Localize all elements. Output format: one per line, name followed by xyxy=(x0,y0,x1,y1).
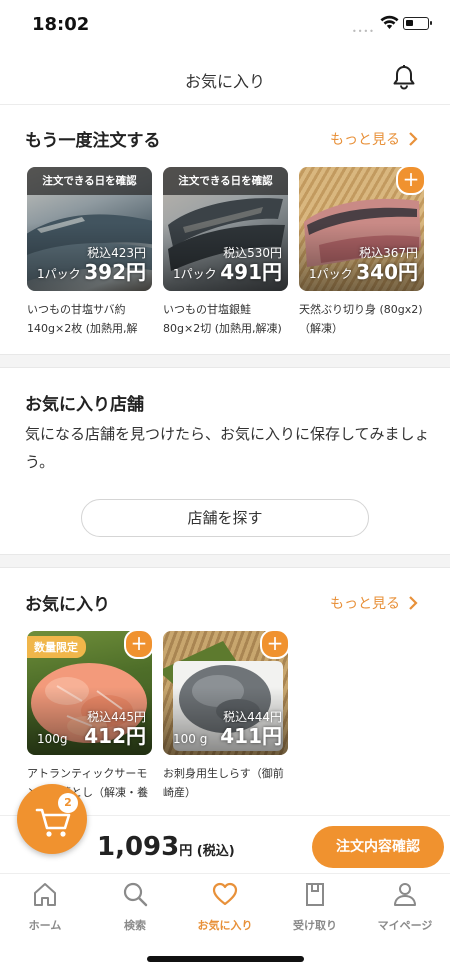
wifi-icon xyxy=(380,15,399,29)
tab-label: お気に入り xyxy=(197,919,253,932)
cart-total: 1,093円 (税込) xyxy=(97,832,235,862)
add-to-cart-button[interactable]: + xyxy=(396,165,426,195)
sale-price: 412円 xyxy=(84,724,146,748)
chevron-right-icon[interactable] xyxy=(408,595,418,611)
product-image-salmon: 注文できる日を確認 税込530円 1パック 491円 xyxy=(163,167,288,291)
tab-label: マイページ xyxy=(377,919,433,932)
limited-quantity-badge: 数量限定 xyxy=(27,636,86,658)
sale-price: 411円 xyxy=(220,724,282,748)
add-to-cart-button[interactable]: + xyxy=(260,629,290,659)
home-icon xyxy=(34,883,56,906)
cart-total-amount: 1,093 xyxy=(97,832,180,862)
heart-icon xyxy=(212,882,238,906)
product-name[interactable]: お刺身用生しらす（御前崎産） xyxy=(163,764,288,802)
product-name[interactable]: いつもの甘塩銀鮭 80g×2切 (加熱用,解凍) xyxy=(163,300,288,338)
pickup-icon xyxy=(306,883,324,906)
battery-icon xyxy=(403,17,432,30)
product-card[interactable]: 注文できる日を確認 税込423円 1パック 392円 いつもの甘塩サバ約140g… xyxy=(27,167,152,338)
tab-mypage[interactable]: マイページ xyxy=(360,880,450,933)
order-date-badge[interactable]: 注文できる日を確認 xyxy=(27,167,152,195)
product-card[interactable]: 税込444円 100 g 411円 + お刺身用生しらす（御前崎産） xyxy=(163,629,290,802)
sale-price: 491円 xyxy=(220,260,282,284)
add-to-cart-button[interactable]: + xyxy=(124,629,154,659)
product-image-mackerel: 注文できる日を確認 税込423円 1パック 392円 xyxy=(27,167,152,291)
section-divider xyxy=(0,554,450,568)
find-shops-button[interactable]: 店舗を探す xyxy=(81,499,369,537)
reorder-section: もう一度注文する もっと見る 注文できる日を確認 税込423円 1パック 392… xyxy=(0,104,450,354)
home-indicator xyxy=(147,956,304,962)
tab-label: ホーム xyxy=(28,919,62,932)
fav-shops-title: お気に入り店舗 xyxy=(25,395,144,415)
cart-total-unit: 円 (税込) xyxy=(179,844,235,859)
sale-price: 392円 xyxy=(84,260,146,284)
product-card[interactable]: 注文できる日を確認 税込530円 1パック 491円 いつもの甘塩銀鮭 80g×… xyxy=(163,167,288,338)
favorites-section: お気に入り もっと見る 数量限定 税込445円 100g 412円 + アトラン… xyxy=(0,568,450,815)
fav-shops-message: 気になる店舗を見つけたら、お気に入りに保存してみましょう。 xyxy=(25,425,430,471)
tab-home[interactable]: ホーム xyxy=(0,880,90,933)
cart-icon xyxy=(35,808,71,837)
tab-label: 受け取り xyxy=(293,919,337,932)
status-bar: 18:02 •••• xyxy=(0,0,450,50)
section-divider xyxy=(0,354,450,368)
order-date-badge[interactable]: 注文できる日を確認 xyxy=(163,167,288,195)
chevron-right-icon[interactable] xyxy=(408,131,418,147)
cart-button[interactable] xyxy=(17,784,87,854)
pack-unit: 100 g xyxy=(173,732,208,746)
reorder-title: もう一度注文する xyxy=(25,131,161,151)
pack-unit: 1パック xyxy=(309,267,353,281)
tab-label: 検索 xyxy=(124,919,146,932)
tab-favorites[interactable]: お気に入り xyxy=(180,880,270,933)
pack-unit: 100g xyxy=(37,732,68,746)
pack-unit: 1パック xyxy=(37,267,81,281)
pack-unit: 1パック xyxy=(173,267,217,281)
person-icon xyxy=(394,883,416,906)
cart-count-badge: 2 xyxy=(58,793,78,813)
favorites-more-link[interactable]: もっと見る xyxy=(330,593,400,613)
search-icon xyxy=(123,882,148,907)
product-name[interactable]: 天然ぶり切り身 (80gx2)（解凍） xyxy=(299,300,424,338)
page-title: お気に入り xyxy=(184,72,265,91)
product-card[interactable]: 数量限定 税込445円 100g 412円 + アトランティックサーモン切り落と… xyxy=(27,629,154,802)
favorites-title: お気に入り xyxy=(25,595,110,615)
confirm-order-button[interactable]: 注文内容確認 xyxy=(312,826,444,868)
sale-price: 340円 xyxy=(356,260,418,284)
tab-search[interactable]: 検索 xyxy=(90,880,180,933)
tab-pickup[interactable]: 受け取り xyxy=(270,880,360,933)
nav-header: お気に入り xyxy=(0,50,450,105)
status-time: 18:02 xyxy=(32,14,90,35)
product-card[interactable]: 税込367円 1パック 340円 + 天然ぶり切り身 (80gx2)（解凍） xyxy=(299,165,426,338)
reorder-more-link[interactable]: もっと見る xyxy=(330,129,400,149)
signal-indicator: •••• xyxy=(352,27,375,36)
bell-icon[interactable] xyxy=(392,64,416,90)
product-name[interactable]: いつもの甘塩サバ約140g×2枚 (加熱用,解 xyxy=(27,300,152,338)
